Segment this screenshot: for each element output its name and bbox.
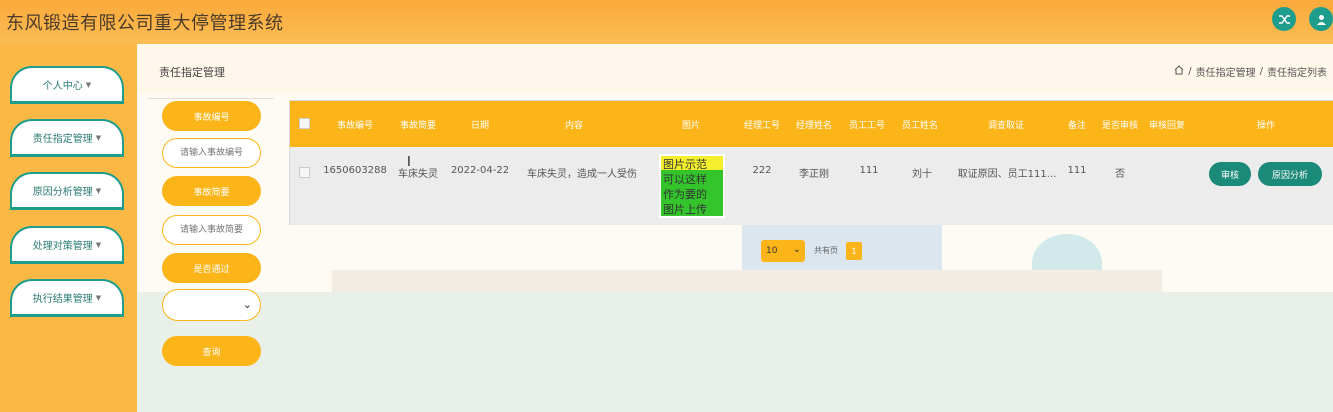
- image-placeholder-text: 图片示范 可以这样 作为要的 图片上传: [661, 156, 723, 216]
- search-divider: [148, 98, 274, 99]
- search-button[interactable]: 查询: [162, 336, 261, 366]
- table-row[interactable]: 1650603288 车床失灵 2022-04-22 车床失灵，造成一人受伤 图…: [290, 147, 1333, 225]
- passed-select[interactable]: ⌄: [162, 289, 261, 321]
- header-manager-no[interactable]: 经理工号: [744, 118, 780, 131]
- sidebar-item-label: 责任指定管理: [32, 134, 93, 145]
- header-audited[interactable]: 是否审核: [1102, 118, 1138, 131]
- sidebar-item-responsibility[interactable]: 责任指定管理 ▼: [10, 119, 124, 157]
- user-icon[interactable]: [1309, 7, 1333, 31]
- sidebar-item-label: 个人中心: [42, 81, 83, 92]
- breadcrumb-level1[interactable]: 责任指定管理: [1196, 64, 1256, 79]
- sidebar-item-countermeasure[interactable]: 处理对策管理 ▼: [10, 226, 124, 264]
- cell-summary: 车床失灵: [398, 169, 438, 180]
- header-employee-no[interactable]: 员工工号: [849, 118, 885, 131]
- page-size-select[interactable]: 10 ⌄: [761, 240, 805, 262]
- header-image: 图片: [681, 121, 701, 131]
- header-accident-no[interactable]: 事故编号: [337, 118, 373, 131]
- top-bar: 东风锻造有限公司重大停管理系统: [0, 0, 1333, 44]
- sidebar: 个人中心 ▼ 责任指定管理 ▼ 原因分析管理 ▼ 处理对策管理 ▼ 执行结果管理 ▼: [0, 44, 137, 412]
- cell-employee-name: 刘十: [912, 169, 932, 180]
- cell-content: 车床失灵，造成一人受伤: [527, 169, 637, 180]
- shuffle-icon[interactable]: [1272, 7, 1296, 31]
- sidebar-item-execution-result[interactable]: 执行结果管理 ▼: [10, 279, 124, 317]
- header-audit-reply: 审核回复: [1148, 121, 1186, 131]
- home-icon[interactable]: [1174, 65, 1184, 78]
- pagination-label: 共有页: [814, 246, 838, 255]
- header-summary[interactable]: 事故简要: [400, 118, 436, 131]
- chevron-down-icon: ⌄: [792, 244, 801, 255]
- cell-manager-name: 李正刚: [799, 169, 829, 180]
- header-evidence: 调查取证: [987, 121, 1025, 131]
- sidebar-item-label: 原因分析管理: [32, 187, 93, 198]
- breadcrumb-level2: 责任指定列表: [1267, 68, 1327, 79]
- page-header: 责任指定管理 / 责任指定管理 / 责任指定列表: [137, 44, 1333, 94]
- data-table: 事故编号 事故简要 日期 内容 图片 经理工号 经理姓名 员工工号 员工姓名 调…: [289, 100, 1333, 225]
- cell-manager-no: 222: [752, 165, 772, 176]
- accident-no-label: 事故编号: [162, 101, 261, 131]
- chevron-down-icon: ⌄: [242, 298, 252, 311]
- caret-down-icon: ▼: [95, 133, 102, 142]
- sidebar-item-cause-analysis[interactable]: 原因分析管理 ▼: [10, 172, 124, 210]
- accident-summary-label: 事故简要: [162, 176, 261, 206]
- breadcrumb-separator: /: [1259, 66, 1263, 77]
- page-size-value: 10: [766, 246, 778, 256]
- header-manager-name[interactable]: 经理姓名: [796, 118, 832, 131]
- table-header: 事故编号 事故简要 日期 内容 图片 经理工号 经理姓名 员工工号 员工姓名 调…: [290, 101, 1333, 147]
- cell-accident-no: 1650603288: [323, 165, 387, 176]
- cell-image-thumbnail[interactable]: 图片示范 可以这样 作为要的 图片上传: [659, 154, 725, 218]
- caret-down-icon: ▼: [95, 293, 102, 302]
- cell-employee-no: 111: [859, 165, 879, 176]
- text-cursor-icon: I: [407, 155, 411, 170]
- row-checkbox[interactable]: [299, 167, 310, 178]
- audit-button[interactable]: 审核: [1209, 162, 1251, 186]
- caret-down-icon: ▼: [85, 80, 92, 89]
- sidebar-item-personal-center[interactable]: 个人中心 ▼: [10, 66, 124, 104]
- passed-label: 是否通过: [162, 253, 261, 283]
- header-actions: 操作: [1256, 121, 1276, 131]
- header-content[interactable]: 内容: [565, 118, 583, 131]
- sidebar-item-label: 执行结果管理: [32, 294, 93, 305]
- page-number-button[interactable]: 1: [846, 242, 862, 260]
- app-title: 东风锻造有限公司重大停管理系统: [6, 13, 284, 34]
- header-employee-name[interactable]: 员工姓名: [902, 118, 938, 131]
- accident-summary-input[interactable]: [162, 215, 261, 245]
- breadcrumb: / 责任指定管理 / 责任指定列表: [1174, 64, 1327, 79]
- cause-analysis-button[interactable]: 原因分析: [1258, 162, 1322, 186]
- select-all-checkbox[interactable]: [299, 118, 310, 129]
- cell-remark: 111: [1067, 165, 1087, 176]
- caret-down-icon: ▼: [95, 186, 102, 195]
- header-date[interactable]: 日期: [471, 118, 489, 131]
- cell-audited: 否: [1115, 169, 1125, 180]
- sidebar-item-label: 处理对策管理: [32, 241, 93, 252]
- breadcrumb-separator: /: [1188, 66, 1192, 77]
- header-remark[interactable]: 备注: [1068, 118, 1086, 131]
- accident-no-input[interactable]: [162, 138, 261, 168]
- page-title: 责任指定管理: [159, 66, 225, 79]
- caret-down-icon: ▼: [95, 240, 102, 249]
- cell-date: 2022-04-22: [450, 165, 510, 176]
- cell-evidence: 取证原因、员工111...: [957, 169, 1057, 180]
